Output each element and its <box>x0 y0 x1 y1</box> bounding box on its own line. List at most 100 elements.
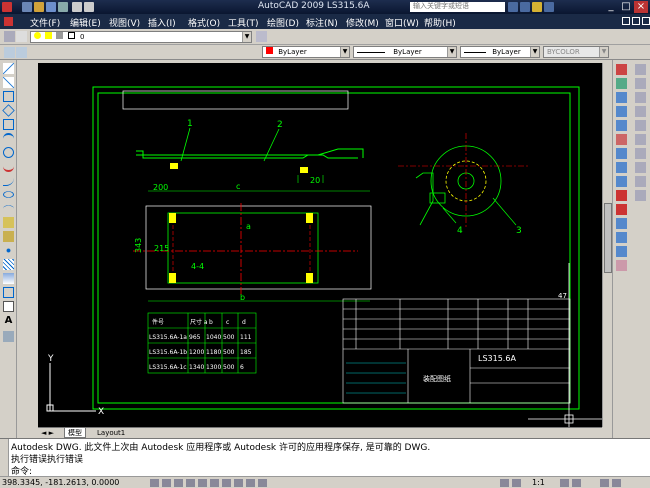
lineweight-toggle-icon[interactable] <box>246 479 255 487</box>
osnap-perpendicular-icon[interactable] <box>635 148 646 159</box>
layer-freeze-icon[interactable] <box>45 32 53 39</box>
annotation-visibility-icon[interactable] <box>560 479 569 487</box>
scale-icon[interactable] <box>616 162 627 173</box>
help-icon[interactable] <box>544 2 554 12</box>
osnap-settings-icon[interactable] <box>635 190 646 201</box>
ellipse-arc-icon[interactable] <box>3 205 14 212</box>
tab-nav-arrows[interactable]: ◄ ► <box>38 428 57 438</box>
menu-view[interactable]: 视图(V) <box>109 16 140 29</box>
toolbar-lock-icon[interactable] <box>600 479 609 487</box>
menu-modify[interactable]: 修改(M) <box>346 16 379 29</box>
coordinate-readout[interactable]: 398.3345, -181.2613, 0.0000 <box>2 478 119 487</box>
save-icon[interactable] <box>46 2 56 12</box>
layer-lock-icon[interactable] <box>56 32 64 39</box>
trim-icon[interactable] <box>616 190 627 201</box>
vertical-scrollbar[interactable] <box>602 63 612 427</box>
chevron-down-icon[interactable]: ▼ <box>447 47 456 57</box>
break-icon[interactable] <box>616 218 627 229</box>
ellipse-icon[interactable] <box>3 191 14 198</box>
menu-dimension[interactable]: 标注(N) <box>306 16 338 29</box>
doc-restore-icon[interactable] <box>632 17 640 25</box>
polygon-icon[interactable] <box>2 104 15 117</box>
osnap-intersection-icon[interactable] <box>635 92 646 103</box>
tab-layout1[interactable]: Layout1 <box>94 428 128 438</box>
print-icon[interactable] <box>58 2 68 12</box>
stretch-icon[interactable] <box>616 176 627 187</box>
chevron-down-icon[interactable]: ▼ <box>242 32 251 42</box>
doc-icon[interactable] <box>4 17 13 26</box>
pan-icon[interactable] <box>512 479 521 487</box>
linetype-dropdown[interactable]: ByLayer ▼ <box>353 46 457 58</box>
redo-icon[interactable] <box>84 2 94 12</box>
lineweight-dropdown[interactable]: ByLayer ▼ <box>460 46 540 58</box>
polar-tracking-icon[interactable] <box>186 479 195 487</box>
scroll-thumb[interactable] <box>604 203 612 273</box>
multiline-text-icon[interactable]: A <box>3 315 14 326</box>
command-window-grip[interactable] <box>0 439 9 477</box>
osnap-nearest-icon[interactable] <box>635 162 646 173</box>
layer-manager-icon[interactable] <box>4 31 15 42</box>
menu-insert[interactable]: 插入(I) <box>148 16 176 29</box>
communication-center-icon[interactable] <box>520 2 530 12</box>
doc-close-icon[interactable] <box>642 17 650 25</box>
layer-states-icon[interactable] <box>16 31 27 42</box>
drawing-window-controls[interactable] <box>620 16 650 27</box>
dynamic-ucs-icon[interactable] <box>222 479 231 487</box>
color-dropdown[interactable]: ByLayer ▼ <box>262 46 350 58</box>
gradient-icon[interactable] <box>3 273 14 284</box>
open-file-icon[interactable] <box>34 2 44 12</box>
circle-icon[interactable] <box>3 147 14 158</box>
tab-model[interactable]: 模型 <box>64 428 86 438</box>
favorites-star-icon[interactable] <box>532 2 542 12</box>
extend-icon[interactable] <box>616 204 627 215</box>
spline-icon[interactable] <box>3 175 14 186</box>
menu-file[interactable]: 文件(F) <box>30 16 60 29</box>
object-snap-tracking-icon[interactable] <box>210 479 219 487</box>
workspace-switch-icon[interactable] <box>572 479 581 487</box>
menu-window[interactable]: 窗口(W) <box>385 16 419 29</box>
annotation-scale[interactable]: 1:1 <box>532 478 545 487</box>
grid-display-icon[interactable] <box>162 479 171 487</box>
close-button[interactable]: × <box>634 1 648 13</box>
menu-draw[interactable]: 绘图(D) <box>267 16 299 29</box>
fillet-icon[interactable] <box>616 246 627 257</box>
clean-screen-icon[interactable] <box>612 479 621 487</box>
plotstyle-dropdown[interactable]: BYCOLOR ▼ <box>543 46 609 58</box>
construction-line-icon[interactable] <box>3 77 14 88</box>
make-block-icon[interactable] <box>3 231 14 242</box>
mirror-icon[interactable] <box>616 92 627 103</box>
move-icon[interactable] <box>616 134 627 145</box>
offset-icon[interactable] <box>616 106 627 117</box>
copy-icon[interactable] <box>616 78 627 89</box>
line-tool-icon[interactable] <box>3 63 14 74</box>
hatch-icon[interactable] <box>3 259 14 270</box>
doc-minimize-icon[interactable] <box>622 17 630 25</box>
rotate-icon[interactable] <box>616 148 627 159</box>
osnap-tangent-icon[interactable] <box>635 134 646 145</box>
menu-help[interactable]: 帮助(H) <box>424 16 456 29</box>
arc-icon[interactable] <box>3 133 14 144</box>
layer-previous-icon[interactable] <box>16 47 27 58</box>
search-input[interactable] <box>410 2 505 12</box>
match-properties-icon[interactable] <box>4 47 15 58</box>
add-selected-icon[interactable] <box>3 331 14 342</box>
osnap-none-icon[interactable] <box>635 176 646 187</box>
minimize-button[interactable]: _ <box>604 1 618 13</box>
ortho-mode-icon[interactable] <box>174 479 183 487</box>
dynamic-input-icon[interactable] <box>234 479 243 487</box>
insert-block-icon[interactable] <box>3 217 14 228</box>
app-menu-icon[interactable] <box>2 2 12 12</box>
point-icon[interactable] <box>3 245 14 256</box>
chevron-down-icon[interactable]: ▼ <box>530 47 539 57</box>
revcloud-icon[interactable] <box>3 161 14 172</box>
snap-mode-icon[interactable] <box>150 479 159 487</box>
osnap-midpoint-icon[interactable] <box>635 78 646 89</box>
rectangle-icon[interactable] <box>3 119 14 130</box>
binoculars-icon[interactable] <box>508 2 518 12</box>
chevron-down-icon[interactable]: ▼ <box>599 47 608 57</box>
erase-icon[interactable] <box>616 64 627 75</box>
maximize-button[interactable]: □ <box>619 1 633 13</box>
osnap-endpoint-icon[interactable] <box>635 64 646 75</box>
menu-format[interactable]: 格式(O) <box>188 16 220 29</box>
command-window[interactable]: Autodesk DWG. 此文件上次由 Autodesk 应用程序或 Auto… <box>0 438 650 477</box>
